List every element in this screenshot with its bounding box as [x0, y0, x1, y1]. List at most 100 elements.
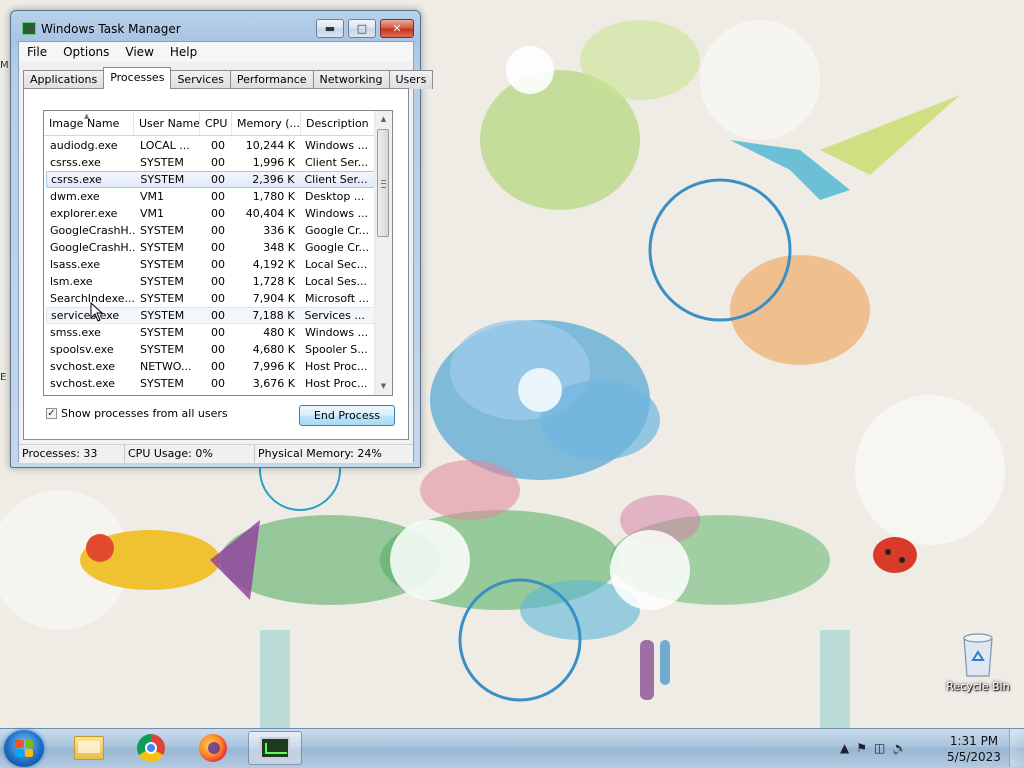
taskbar-firefox[interactable]: [186, 731, 240, 765]
process-list[interactable]: ▲ Image Name User Name CPU Memory (... D…: [43, 110, 393, 396]
process-cpu: 00: [211, 224, 225, 237]
tab-networking[interactable]: Networking: [312, 70, 390, 89]
tab-services[interactable]: Services: [170, 70, 231, 89]
window-client: File Options View Help Applications Proc…: [18, 41, 434, 463]
column-memory[interactable]: Memory (...: [232, 111, 301, 135]
process-row[interactable]: lsm.exe SYSTEM 00 1,728 K Local Ses...: [46, 273, 375, 290]
menu-file[interactable]: File: [19, 42, 55, 62]
show-desktop-button[interactable]: [1009, 729, 1024, 767]
scroll-up-arrow-icon[interactable]: ▲: [375, 111, 392, 128]
scroll-down-arrow-icon[interactable]: ▼: [375, 378, 392, 395]
process-list-scrollbar[interactable]: ▲ ▼: [374, 111, 392, 395]
process-image-name: explorer.exe: [50, 207, 118, 220]
process-row[interactable]: lsass.exe SYSTEM 00 4,192 K Local Sec...: [46, 256, 375, 273]
process-cpu: 00: [211, 139, 225, 152]
tab-applications[interactable]: Applications: [23, 70, 105, 89]
network-icon[interactable]: ◫: [874, 741, 885, 755]
title-bar[interactable]: Windows Task Manager ▬ □ ✕: [11, 11, 420, 41]
process-cpu: 00: [211, 190, 225, 203]
process-memory: 348 K: [263, 241, 295, 254]
scrollbar-thumb[interactable]: [377, 129, 389, 237]
process-row[interactable]: svchost.exe SYSTEM 00 3,676 K Host Proc...: [46, 375, 375, 392]
tab-users[interactable]: Users: [388, 70, 434, 89]
maximize-icon: □: [356, 22, 368, 35]
process-row[interactable]: audiodg.exe LOCAL ... 00 10,244 K Windows ..…: [46, 137, 375, 154]
process-memory: 336 K: [263, 224, 295, 237]
close-button[interactable]: ✕: [380, 19, 414, 38]
task-manager-app-icon: [22, 22, 36, 35]
process-user-name: VM1: [140, 190, 165, 203]
process-row[interactable]: explorer.exe VM1 00 40,404 K Windows ...: [46, 205, 375, 222]
process-row[interactable]: dwm.exe VM1 00 1,780 K Desktop ...: [46, 188, 375, 205]
process-row[interactable]: GoogleCrashH... SYSTEM 00 336 K Google Cr...: [46, 222, 375, 239]
process-image-name: svchost.exe: [50, 377, 116, 390]
action-center-flag-icon[interactable]: ⚑: [856, 741, 867, 755]
process-description: Client Ser...: [304, 173, 368, 186]
process-memory: 2,396 K: [252, 173, 295, 186]
process-memory: 1,996 K: [252, 156, 295, 169]
process-description: Host Proc...: [305, 360, 368, 373]
process-user-name: SYSTEM: [140, 156, 184, 169]
process-memory: 7,904 K: [252, 292, 295, 305]
process-user-name: SYSTEM: [140, 224, 184, 237]
mouse-cursor-icon: [90, 302, 104, 322]
process-user-name: NETWO...: [140, 360, 192, 373]
show-hidden-icons-arrow-icon[interactable]: ▲: [840, 741, 849, 755]
process-image-name: dwm.exe: [50, 190, 100, 203]
process-row[interactable]: svchost.exe NETWO... 00 7,996 K Host Proc...: [46, 358, 375, 375]
process-description: Spooler S...: [305, 343, 368, 356]
process-image-name: audiodg.exe: [50, 139, 118, 152]
tab-strip: Applications Processes Services Performa…: [23, 67, 434, 89]
menu-help[interactable]: Help: [162, 42, 205, 62]
process-image-name: csrss.exe: [50, 156, 101, 169]
show-all-users-checkbox[interactable]: ✓ Show processes from all users: [46, 407, 228, 420]
status-bar: Processes: 33 CPU Usage: 0% Physical Mem…: [19, 444, 413, 463]
process-cpu: 00: [211, 207, 225, 220]
process-image-name: csrss.exe: [51, 173, 102, 186]
process-list-body: audiodg.exe LOCAL ... 00 10,244 K Windows ..…: [44, 137, 377, 392]
status-physical-memory: Physical Memory: 24%: [258, 447, 382, 460]
minimize-button[interactable]: ▬: [316, 19, 344, 38]
taskbar-chrome[interactable]: [124, 731, 178, 765]
taskbar-clock[interactable]: 1:31 PM 5/5/2023: [946, 733, 1002, 765]
firefox-icon: [199, 734, 227, 762]
process-memory: 10,244 K: [245, 139, 295, 152]
process-memory: 40,404 K: [245, 207, 295, 220]
process-user-name: SYSTEM: [140, 275, 184, 288]
process-description: Client Ser...: [305, 156, 369, 169]
volume-icon[interactable]: 🔈: [892, 741, 907, 755]
process-row[interactable]: smss.exe SYSTEM 00 480 K Windows ...: [46, 324, 375, 341]
desktop-icon-edge: E: [0, 372, 7, 383]
column-cpu[interactable]: CPU: [200, 111, 232, 135]
process-row[interactable]: csrss.exe SYSTEM 00 2,396 K Client Ser...: [46, 171, 375, 188]
menu-bar: File Options View Help: [19, 42, 413, 62]
process-description: Local Ses...: [305, 275, 367, 288]
process-memory: 3,676 K: [252, 377, 295, 390]
menu-view[interactable]: View: [117, 42, 161, 62]
end-process-button[interactable]: End Process: [299, 405, 395, 426]
start-button[interactable]: [4, 730, 44, 767]
process-image-name: smss.exe: [50, 326, 101, 339]
column-image-name[interactable]: ▲ Image Name: [44, 111, 134, 135]
column-description[interactable]: Description: [301, 111, 377, 135]
recycle-bin[interactable]: Recycle Bin: [940, 630, 1016, 693]
process-row[interactable]: spoolsv.exe SYSTEM 00 4,680 K Spooler S...: [46, 341, 375, 358]
column-user-name[interactable]: User Name: [134, 111, 200, 135]
maximize-button[interactable]: □: [348, 19, 376, 38]
checkbox-check-icon[interactable]: ✓: [46, 408, 57, 419]
status-processes: Processes: 33: [19, 445, 125, 463]
taskbar-task-manager[interactable]: [248, 731, 302, 765]
status-cpu-usage: CPU Usage: 0%: [125, 445, 255, 463]
recycle-bin-icon: [958, 630, 998, 678]
process-memory: 1,728 K: [252, 275, 295, 288]
tab-processes[interactable]: Processes: [103, 67, 172, 89]
process-row[interactable]: csrss.exe SYSTEM 00 1,996 K Client Ser...: [46, 154, 375, 171]
close-icon: ✕: [392, 22, 402, 35]
process-user-name: LOCAL ...: [140, 139, 190, 152]
column-label: CPU: [205, 117, 228, 130]
process-row[interactable]: GoogleCrashH... SYSTEM 00 348 K Google Cr...: [46, 239, 375, 256]
taskbar-windows-explorer[interactable]: [62, 731, 116, 765]
process-user-name: SYSTEM: [140, 241, 184, 254]
tab-performance[interactable]: Performance: [229, 70, 314, 89]
menu-options[interactable]: Options: [55, 42, 117, 62]
